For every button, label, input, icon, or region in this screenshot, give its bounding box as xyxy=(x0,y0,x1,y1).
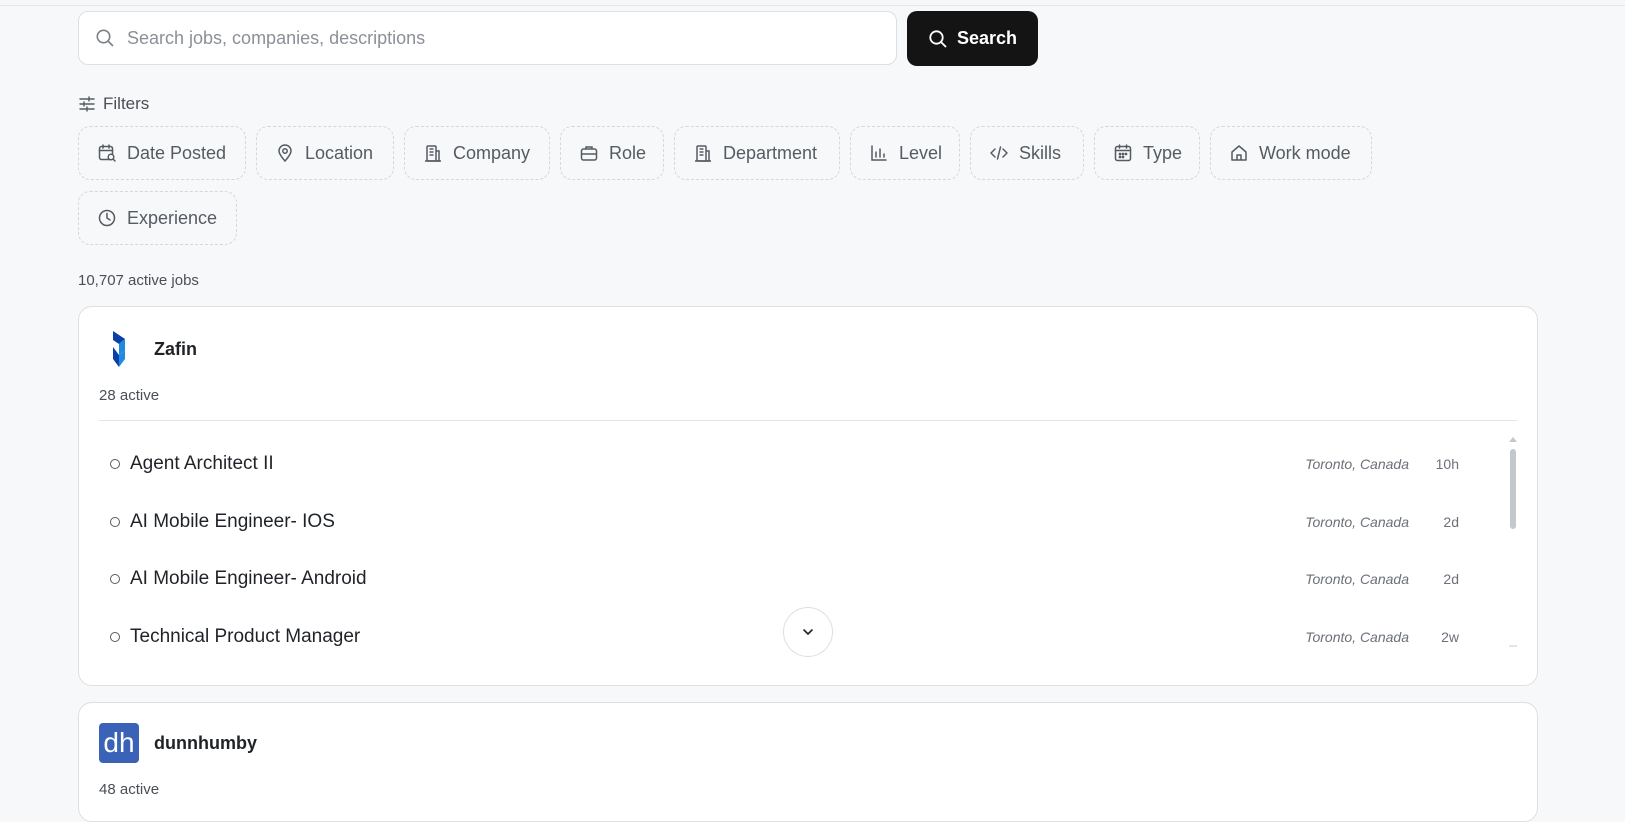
map-pin-icon xyxy=(275,143,295,163)
job-row[interactable]: Technical Product Manager Toronto, Canad… xyxy=(99,617,1459,657)
company-logo xyxy=(99,329,139,369)
circle-bullet-icon xyxy=(110,574,120,584)
filter-company[interactable]: Company xyxy=(404,126,550,180)
results-count: 10,707 active jobs xyxy=(78,272,199,289)
circle-bullet-icon xyxy=(110,517,120,527)
filter-work-mode[interactable]: Work mode xyxy=(1210,126,1372,180)
home-icon xyxy=(1229,143,1249,163)
company-header[interactable]: Zafin xyxy=(99,329,197,369)
chevron-down-icon xyxy=(800,624,816,640)
job-location: Toronto, Canada xyxy=(1305,456,1409,472)
company-name[interactable]: dunnhumby xyxy=(154,733,257,754)
job-age: 2d xyxy=(1443,514,1459,530)
building-icon xyxy=(423,143,443,163)
filters-label: Filters xyxy=(103,94,150,113)
filters-toggle[interactable]: Filters xyxy=(78,92,149,116)
top-divider xyxy=(0,5,1625,6)
company-header[interactable]: dh dunnhumby xyxy=(99,723,257,763)
search-box[interactable] xyxy=(78,11,897,65)
company-card: Zafin 28 active Agent Architect II Toron… xyxy=(78,306,1538,686)
search-button[interactable]: Search xyxy=(907,11,1038,66)
job-title[interactable]: Agent Architect II xyxy=(130,453,1279,475)
job-title[interactable]: AI Mobile Engineer- Android xyxy=(130,568,1279,590)
filter-chip-label: Company xyxy=(453,142,531,163)
calendar-search-icon xyxy=(97,143,117,163)
search-icon xyxy=(928,29,948,49)
job-title[interactable]: Technical Product Manager xyxy=(130,626,1279,648)
filter-experience[interactable]: Experience xyxy=(78,191,237,245)
job-age: 10h xyxy=(1435,456,1459,472)
filter-chip-label: Work mode xyxy=(1259,142,1351,163)
code-icon xyxy=(989,143,1009,163)
filter-chip-label: Level xyxy=(899,142,943,163)
filter-chip-label: Experience xyxy=(127,207,218,228)
job-list-scrollbar[interactable] xyxy=(1509,437,1517,647)
job-location: Toronto, Canada xyxy=(1305,514,1409,530)
bar-chart-icon xyxy=(869,143,889,163)
company-active-count: 28 active xyxy=(99,387,160,404)
company-active-count: 48 active xyxy=(99,781,160,798)
briefcase-icon xyxy=(579,143,599,163)
scroll-down-arrow-icon[interactable] xyxy=(1509,645,1517,647)
search-button-label: Search xyxy=(956,28,1018,48)
filter-type[interactable]: Type xyxy=(1094,126,1200,180)
filter-level[interactable]: Level xyxy=(850,126,960,180)
company-name[interactable]: Zafin xyxy=(154,339,197,360)
filter-chip-label: Type xyxy=(1143,142,1183,163)
circle-bullet-icon xyxy=(110,632,120,642)
filter-role[interactable]: Role xyxy=(560,126,664,180)
search-input[interactable] xyxy=(125,26,889,50)
clock-icon xyxy=(97,208,117,228)
scroll-up-arrow-icon[interactable] xyxy=(1509,437,1517,442)
building-icon xyxy=(693,143,713,163)
scrollbar-thumb[interactable] xyxy=(1510,449,1516,529)
card-divider xyxy=(99,420,1517,421)
sliders-icon xyxy=(78,95,96,113)
filter-date-posted[interactable]: Date Posted xyxy=(78,126,246,180)
job-title[interactable]: AI Mobile Engineer- IOS xyxy=(130,511,1279,533)
circle-bullet-icon xyxy=(110,459,120,469)
company-logo: dh xyxy=(99,723,139,763)
search-icon xyxy=(95,28,115,48)
job-location: Toronto, Canada xyxy=(1305,629,1409,645)
expand-jobs-button[interactable] xyxy=(783,607,833,657)
filter-chip-label: Date Posted xyxy=(127,142,227,163)
job-row[interactable]: AI Mobile Engineer- IOS Toronto, Canada … xyxy=(99,502,1459,542)
filter-skills[interactable]: Skills xyxy=(970,126,1084,180)
job-row[interactable]: AI Mobile Engineer- Android Toronto, Can… xyxy=(99,559,1459,599)
filter-department[interactable]: Department xyxy=(674,126,840,180)
filter-chip-label: Department xyxy=(723,142,818,163)
filter-chip-label: Location xyxy=(305,142,374,163)
company-card: dh dunnhumby 48 active xyxy=(78,702,1538,822)
job-location: Toronto, Canada xyxy=(1305,571,1409,587)
filter-location[interactable]: Location xyxy=(256,126,394,180)
filter-chip-label: Role xyxy=(609,142,647,163)
job-age: 2w xyxy=(1441,629,1459,645)
filter-chip-label: Skills xyxy=(1019,142,1062,163)
job-age: 2d xyxy=(1443,571,1459,587)
job-row[interactable]: Agent Architect II Toronto, Canada 10h xyxy=(99,444,1459,484)
calendar-icon xyxy=(1113,143,1133,163)
